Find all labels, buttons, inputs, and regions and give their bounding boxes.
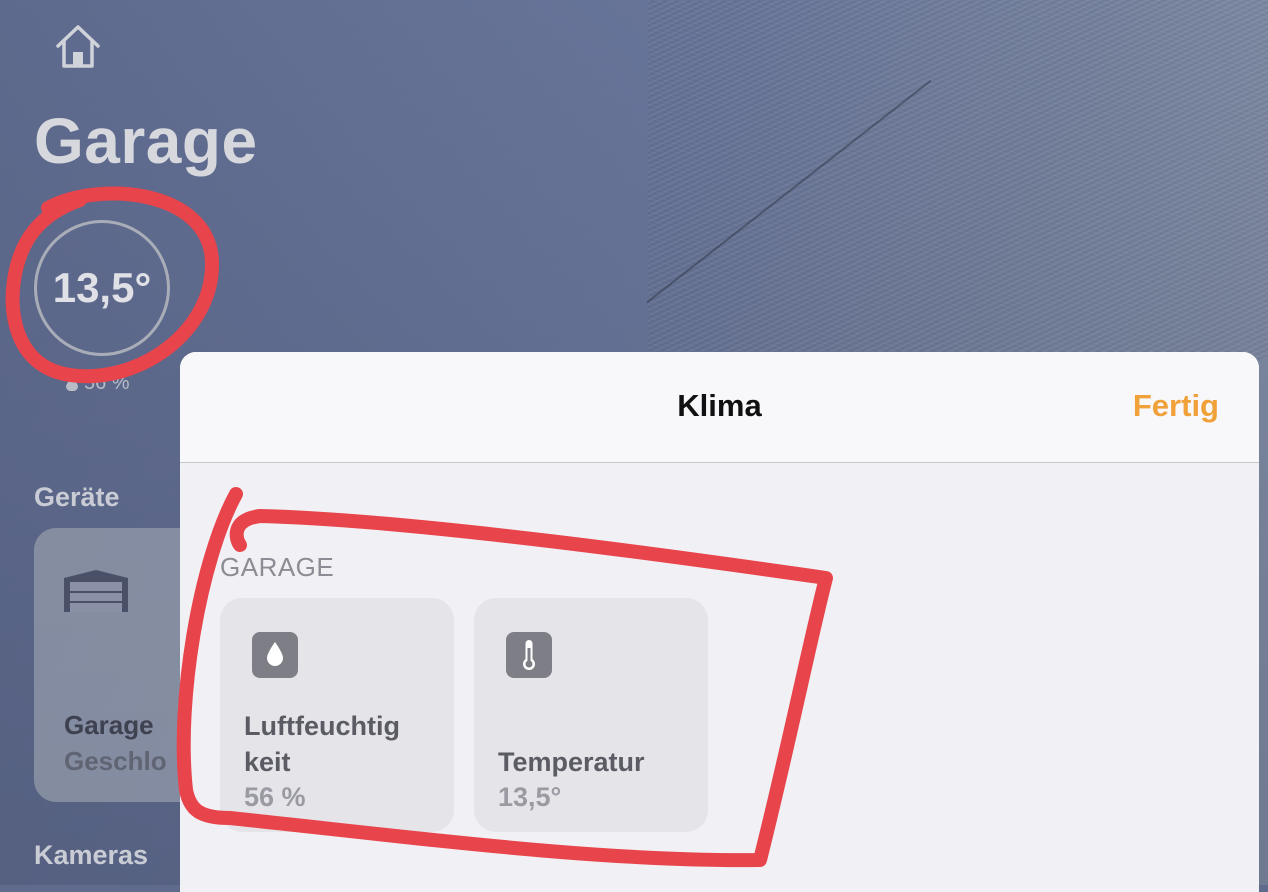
group-label: GARAGE	[220, 552, 335, 582]
humidity-tile-label-line2: keit	[244, 747, 291, 777]
device-name: Garage	[64, 710, 154, 740]
thermometer-icon	[506, 632, 552, 678]
temperature-tile-label: Temperatur	[498, 747, 645, 777]
temperature-tile-value: 13,5°	[498, 782, 562, 812]
humidity-value: 56 %	[84, 372, 130, 394]
wallpaper-texture	[648, 0, 1268, 360]
garage-door-icon	[64, 570, 128, 612]
humidity-tile-value: 56 %	[244, 782, 306, 812]
humidity-status: 56 %	[66, 372, 130, 395]
temperature-tile[interactable]: Temperatur 13,5°	[474, 598, 708, 832]
temperature-status-button[interactable]: 13,5°	[34, 220, 170, 356]
device-state: Geschlo	[64, 746, 167, 776]
temperature-value: 13,5°	[52, 264, 152, 311]
section-devices-title: Geräte	[34, 482, 120, 512]
done-button[interactable]: Fertig	[1133, 388, 1219, 424]
humidity-tile-label-line1: Luftfeuchtig	[244, 711, 400, 741]
climate-sheet: Klima Fertig GARAGE Luftfeuchtig keit 56…	[180, 352, 1259, 892]
sheet-header: Klima Fertig	[180, 352, 1259, 463]
sheet-title: Klima	[677, 388, 762, 423]
room-title: Garage	[34, 105, 258, 177]
humidity-drop-icon	[66, 376, 78, 391]
section-cameras-title: Kameras	[34, 840, 149, 870]
home-icon[interactable]	[52, 22, 104, 70]
humidity-drop-icon	[252, 632, 298, 678]
humidity-tile[interactable]: Luftfeuchtig keit 56 %	[220, 598, 454, 832]
